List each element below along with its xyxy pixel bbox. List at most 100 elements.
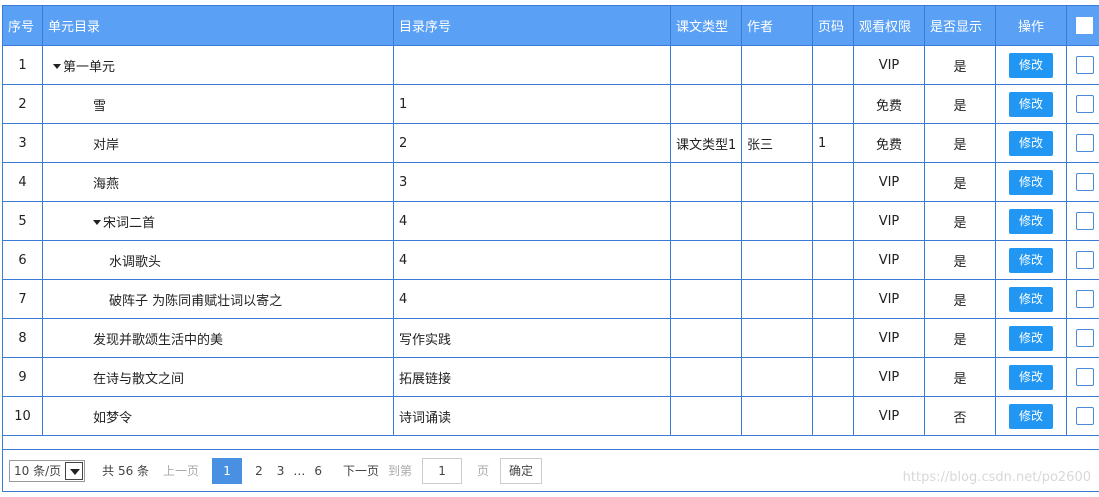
edit-button[interactable]: 修改	[1009, 208, 1053, 234]
cell-type	[670, 357, 742, 397]
cell-dir-no	[393, 45, 671, 85]
cell-show: 是	[924, 201, 996, 241]
cell-show: 是	[924, 123, 996, 163]
cell-type	[670, 318, 742, 358]
cell-dir-no: 写作实践	[393, 318, 671, 358]
table-body: 1 第一单元 VIP 是修改 2 雪 1 免费是修改 3 对岸 2 课文类型1 张三 1 免费是修改 4 海燕 3…	[2, 45, 1099, 436]
cell-permission: VIP	[853, 201, 925, 241]
row-checkbox[interactable]	[1075, 251, 1094, 269]
page-link[interactable]: 3	[277, 464, 285, 478]
cell-author	[741, 201, 813, 241]
caret-down-icon[interactable]	[53, 63, 61, 69]
cell-author	[741, 240, 813, 280]
cell-operation: 修改	[995, 201, 1067, 241]
cell-seq: 7	[2, 279, 43, 319]
edit-button[interactable]: 修改	[1009, 130, 1053, 156]
prev-page-link[interactable]: 上一页	[163, 462, 199, 479]
cell-page	[812, 357, 854, 397]
unit-title: 宋词二首	[103, 215, 156, 231]
cell-show: 是	[924, 45, 996, 85]
chevron-down-icon[interactable]	[65, 461, 84, 480]
page-size-select[interactable]: 10 条/页	[9, 459, 86, 482]
cell-operation: 修改	[995, 240, 1067, 280]
cell-author	[741, 45, 813, 85]
cell-seq: 3	[2, 123, 43, 163]
cell-operation: 修改	[995, 357, 1067, 397]
edit-button[interactable]: 修改	[1009, 91, 1053, 117]
page-size-value: 10 条/页	[14, 464, 62, 478]
cell-select	[1066, 84, 1099, 124]
page-link-last[interactable]: 6	[314, 464, 322, 478]
table-footer-spacer	[2, 434, 1099, 450]
caret-down-icon[interactable]	[93, 219, 101, 225]
header-select-all	[1066, 5, 1099, 46]
cell-page	[812, 162, 854, 202]
table-header-row: 序号 单元目录 目录序号 课文类型 作者 页码 观看权限 是否显示 操作	[2, 5, 1099, 46]
header-operation: 操作	[995, 5, 1067, 46]
header-show: 是否显示	[924, 5, 996, 46]
goto-page-input[interactable]: 1	[422, 457, 463, 484]
cell-author	[741, 318, 813, 358]
row-checkbox[interactable]	[1075, 173, 1094, 191]
cell-select	[1066, 201, 1099, 241]
cell-show: 是	[924, 84, 996, 124]
edit-button[interactable]: 修改	[1009, 403, 1053, 429]
edit-button[interactable]: 修改	[1009, 364, 1053, 390]
cell-dir-no: 4	[393, 279, 671, 319]
row-checkbox[interactable]	[1075, 329, 1094, 347]
next-page-link[interactable]: 下一页	[343, 462, 379, 479]
row-checkbox[interactable]	[1075, 407, 1094, 425]
row-checkbox[interactable]	[1075, 134, 1094, 152]
cell-author	[741, 279, 813, 319]
cell-operation: 修改	[995, 396, 1067, 436]
cell-seq: 9	[2, 357, 43, 397]
cell-unit: 在诗与散文之间	[42, 357, 394, 397]
cell-type	[670, 84, 742, 124]
row-checkbox[interactable]	[1075, 212, 1094, 230]
select-all-checkbox[interactable]	[1076, 17, 1093, 34]
cell-author	[741, 357, 813, 397]
table-row: 1 第一单元 VIP 是修改	[2, 45, 1099, 85]
cell-author	[741, 84, 813, 124]
cell-type: 课文类型1	[670, 123, 742, 163]
row-checkbox[interactable]	[1075, 368, 1094, 386]
cell-permission: VIP	[853, 318, 925, 358]
header-page: 页码	[812, 5, 854, 46]
cell-permission: VIP	[853, 357, 925, 397]
edit-button[interactable]: 修改	[1009, 247, 1053, 273]
row-checkbox[interactable]	[1075, 95, 1094, 113]
cell-seq: 6	[2, 240, 43, 280]
edit-button[interactable]: 修改	[1009, 52, 1053, 78]
table-row: 10 如梦令 诗词诵读 VIP 否修改	[2, 396, 1099, 436]
unit-title: 发现并歌颂生活中的美	[93, 332, 224, 348]
cell-page	[812, 201, 854, 241]
cell-show: 是	[924, 240, 996, 280]
unit-title: 如梦令	[93, 410, 133, 426]
cell-seq: 4	[2, 162, 43, 202]
row-checkbox[interactable]	[1075, 56, 1094, 74]
cell-seq: 10	[2, 396, 43, 436]
table-row: 8 发现并歌颂生活中的美 写作实践 VIP 是修改	[2, 318, 1099, 358]
table-row: 6 水调歌头 4 VIP 是修改	[2, 240, 1099, 280]
cell-page	[812, 45, 854, 85]
cell-dir-no: 4	[393, 201, 671, 241]
edit-button[interactable]: 修改	[1009, 169, 1053, 195]
unit-title: 雪	[93, 98, 107, 114]
edit-button[interactable]: 修改	[1009, 325, 1053, 351]
cell-unit: 水调歌头	[42, 240, 394, 280]
cell-unit: 对岸	[42, 123, 394, 163]
cell-dir-no: 拓展链接	[393, 357, 671, 397]
unit-title: 水调歌头	[109, 254, 162, 270]
unit-title: 第一单元	[63, 59, 116, 75]
cell-unit: 发现并歌颂生活中的美	[42, 318, 394, 358]
page-link-current[interactable]: 1	[212, 457, 243, 484]
cell-unit: 雪	[42, 84, 394, 124]
cell-page	[812, 84, 854, 124]
page-link[interactable]: 2	[255, 464, 263, 478]
cell-page	[812, 396, 854, 436]
cell-unit: 宋词二首	[42, 201, 394, 241]
row-checkbox[interactable]	[1075, 290, 1094, 308]
edit-button[interactable]: 修改	[1009, 286, 1053, 312]
cell-dir-no: 3	[393, 162, 671, 202]
goto-confirm-button[interactable]: 确定	[500, 457, 543, 484]
